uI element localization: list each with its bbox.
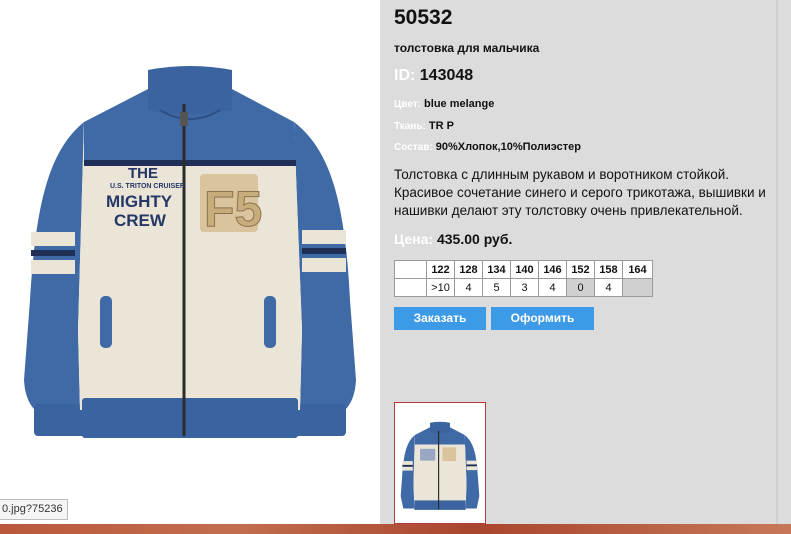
url-tooltip: 0.jpg?75236 (0, 499, 68, 520)
attribute-label: Ткань: (394, 121, 426, 132)
size-header-cell: 134 (482, 260, 511, 279)
f5-patch: F5 (200, 174, 263, 238)
stock-row: >10 4 5 3 4 0 4 (394, 278, 653, 297)
attribute-value: 90%Хлопок,10%Полиэстер (435, 141, 581, 153)
product-main-image[interactable]: U.S. TRITON CRUISER THE MIGHTY CREW F5 (0, 0, 380, 480)
attribute-color: Цвет: blue melange (394, 98, 494, 110)
attribute-value: TR P (428, 120, 454, 132)
size-header-cell: 164 (622, 260, 653, 279)
stock-cell: 4 (594, 278, 623, 297)
attribute-label: Цвет: (394, 99, 421, 110)
product-code: 50532 (394, 6, 453, 29)
svg-text:CREW: CREW (114, 211, 167, 230)
svg-text:THE: THE (128, 165, 158, 182)
size-header-cell: 128 (454, 260, 483, 279)
attribute-composition: Состав: 90%Хлопок,10%Полиэстер (394, 141, 581, 153)
table-row-label-cell (394, 278, 427, 297)
checkout-button[interactable]: Оформить (491, 307, 594, 330)
stock-cell: 4 (454, 278, 483, 297)
price-value: 435.00 руб. (436, 231, 513, 247)
stock-cell: 4 (538, 278, 567, 297)
order-button[interactable]: Заказать (394, 307, 486, 330)
size-header-cell: 140 (510, 260, 539, 279)
stock-cell (622, 278, 653, 297)
sleeve-stripes-right (302, 230, 346, 272)
product-thumbnail[interactable] (394, 402, 486, 524)
product-subtitle: толстовка для мальчика (394, 41, 540, 55)
product-id-label: ID: (394, 67, 416, 84)
thumbnail-image (400, 421, 480, 510)
price-label: Цена: (394, 231, 434, 247)
size-header-cell: 146 (538, 260, 567, 279)
svg-text:MIGHTY: MIGHTY (106, 192, 173, 211)
attribute-fabric: Ткань: TR P (394, 120, 454, 132)
stock-cell: 3 (510, 278, 539, 297)
stock-cell: 5 (482, 278, 511, 297)
svg-text:U.S. TRITON CRUISER: U.S. TRITON CRUISER (110, 183, 185, 190)
sleeve-stripes-left (31, 232, 75, 274)
product-id: ID: 143048 (394, 67, 473, 85)
table-corner-cell (394, 260, 427, 279)
page-bottom-strip (0, 524, 791, 534)
product-price: Цена: 435.00 руб. (394, 231, 512, 247)
stock-cell: 0 (566, 278, 595, 297)
stock-cell: >10 (426, 278, 455, 297)
svg-text:F5: F5 (204, 181, 262, 237)
size-stock-table: 122 128 134 140 146 152 158 164 >10 4 5 … (394, 260, 653, 297)
attribute-value: blue melange (424, 98, 495, 110)
size-header-cell: 158 (594, 260, 623, 279)
product-id-value: 143048 (419, 67, 474, 84)
size-header-cell: 122 (426, 260, 455, 279)
size-header-cell: 152 (566, 260, 595, 279)
product-description: Толстовка с длинным рукавом и воротником… (394, 167, 766, 218)
panel-divider (776, 0, 778, 524)
attribute-label: Состав: (394, 142, 433, 153)
size-header-row: 122 128 134 140 146 152 158 164 (394, 260, 653, 279)
product-image-panel: U.S. TRITON CRUISER THE MIGHTY CREW F5 (0, 0, 380, 524)
